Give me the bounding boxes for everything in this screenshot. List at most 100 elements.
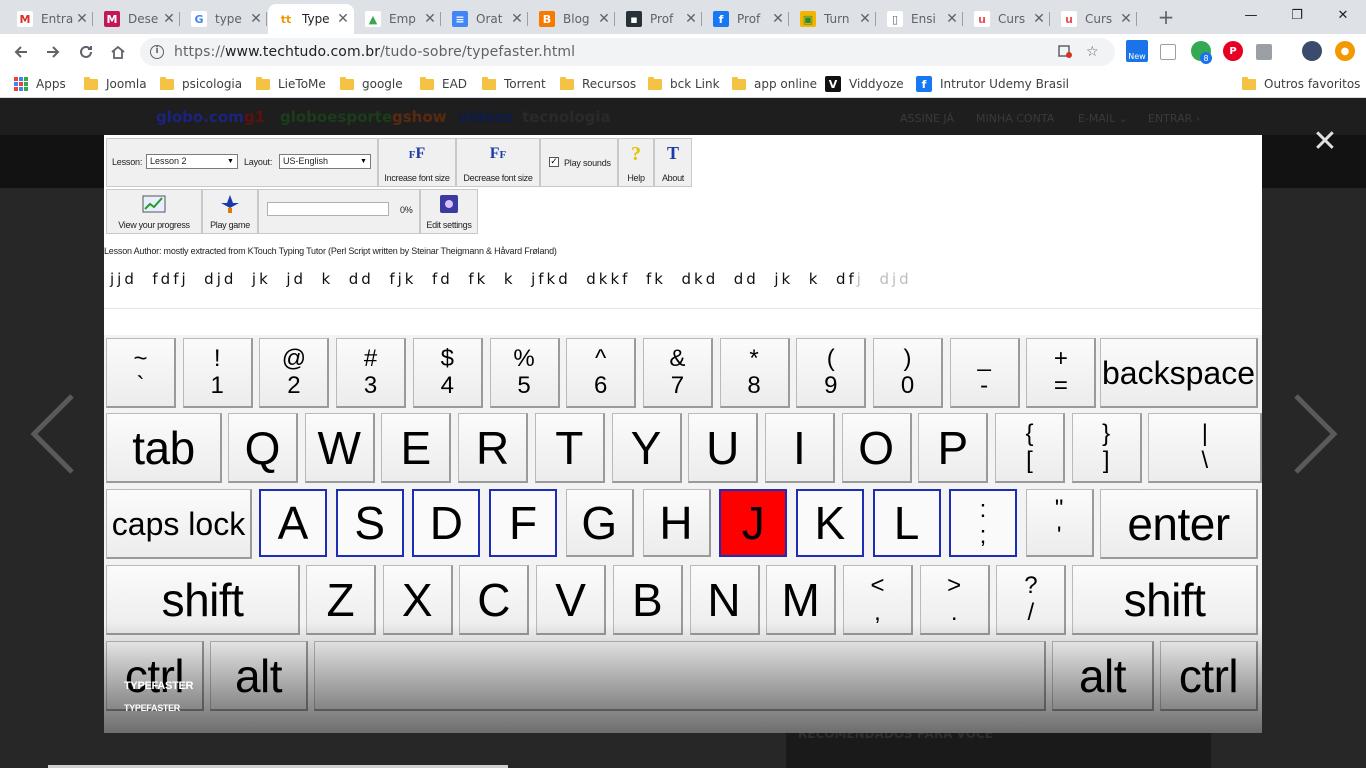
key-g[interactable]: G [565,489,634,557]
lesson-select[interactable]: Lesson 2 ▼ [146,154,238,169]
bookmark-item[interactable]: Apps [14,75,66,93]
key-tab[interactable]: tab [106,413,222,483]
key-e[interactable]: E [381,413,452,483]
update-icon[interactable]: ● [1335,41,1355,61]
browser-tab[interactable]: ▲ Emp ✕ [355,4,441,34]
bookmark-item[interactable]: LieToMe [256,75,326,93]
browser-tab[interactable]: ≡ Orat ✕ [442,4,528,34]
globo-nav-link[interactable]: vídeos [458,108,513,126]
browser-tab[interactable]: ▣ Turn ✕ [790,4,876,34]
key-alt-left[interactable]: alt [210,641,308,711]
help-button[interactable]: ? Help [618,138,654,187]
key-x[interactable]: X [382,565,453,635]
globo-nav-link[interactable]: gshow [392,108,447,126]
decrease-font-button[interactable]: FF Decrease font size [456,138,540,187]
reload-icon[interactable] [75,41,97,63]
browser-tab[interactable]: M Entra ✕ [7,4,93,34]
browser-tab[interactable]: f Prof ✕ [703,4,789,34]
key-=[interactable]: + = [1026,338,1097,408]
account-link[interactable]: ASSINE JÁ [900,112,954,125]
minimize-button[interactable]: — [1228,0,1274,30]
key-9[interactable]: (9 [796,338,867,408]
tab-close-icon[interactable]: ✕ [771,11,785,27]
address-bar[interactable]: i https://www.techtudo.com.br/tudo-sobre… [140,38,1115,66]
tab-close-icon[interactable]: ✕ [945,11,959,27]
key-ctrl-left[interactable]: ctrl [106,641,204,711]
key-alt-right[interactable]: alt [1052,641,1154,711]
key-space[interactable] [314,641,1046,711]
tab-close-icon[interactable]: ✕ [858,11,872,27]
key-c[interactable]: C [459,565,530,635]
home-icon[interactable] [107,41,129,63]
tab-close-icon[interactable]: ✕ [75,11,89,27]
account-link[interactable]: ENTRAR › [1148,112,1200,125]
extension-page-icon[interactable] [1160,44,1176,60]
extension-new-icon[interactable]: New [1126,40,1148,62]
tab-close-icon[interactable]: ✕ [510,11,524,27]
browser-tab[interactable]: tt Type ✕ [268,4,354,34]
typefaster-video-frame[interactable]: Lesson: Lesson 2 ▼ Layout: US-English ▼ FF… [104,135,1262,733]
bookmark-item[interactable]: bck Link [648,75,720,93]
key-y[interactable]: Y [611,413,682,483]
bookmark-item[interactable]: Joomla [84,75,147,93]
close-window-button[interactable]: ✕ [1320,0,1366,30]
key-q[interactable]: Q [228,413,298,483]
globo-nav-link[interactable]: globoesporte [280,108,392,126]
key-5[interactable]: % 5 [489,338,560,408]
account-link[interactable]: MINHA CONTA [976,112,1054,125]
key-shift-right[interactable]: shift [1072,565,1258,635]
edit-settings-button[interactable]: Edit settings [420,189,478,234]
key-t[interactable]: T [534,413,605,483]
key-0[interactable]: ) 0 [873,338,943,408]
blocked-popup-icon[interactable] [1058,44,1072,62]
tab-close-icon[interactable]: ✕ [597,11,611,27]
key-j[interactable]: J [719,489,788,557]
new-tab-button[interactable]: + [1155,6,1177,28]
key-h[interactable]: H [642,489,711,557]
globo-nav-link[interactable]: tecnologia [522,108,611,126]
browser-tab[interactable]: ▯ Ensi ✕ [877,4,963,34]
key-punct-0[interactable]: :; [949,489,1017,557]
key-o[interactable]: O [841,413,912,483]
bookmark-item[interactable]: V Viddyoze [825,75,904,93]
key-l[interactable]: L [872,489,941,557]
browser-tab[interactable]: u Curs ✕ [1051,4,1137,34]
previous-arrow-icon[interactable] [28,392,78,476]
next-arrow-icon[interactable] [1290,392,1340,476]
key-s[interactable]: S [335,489,404,557]
tab-close-icon[interactable]: ✕ [423,11,437,27]
key-bracket-1[interactable]: }] [1071,413,1142,483]
play-sounds-checkbox[interactable]: ✓ [549,157,559,167]
key-n[interactable]: N [689,565,760,635]
key-caps-lock[interactable]: caps lock [106,489,252,559]
tab-close-icon[interactable]: ✕ [249,11,263,27]
key-u[interactable]: U [688,413,759,483]
key-sym-0[interactable]: <, [843,565,913,635]
key-ctrl-right[interactable]: ctrl [1160,641,1258,711]
tab-close-icon[interactable]: ✕ [162,11,176,27]
bookmark-item[interactable]: Torrent [482,75,546,93]
tab-close-icon[interactable]: ✕ [1032,11,1046,27]
bookmark-item[interactable]: EAD [420,75,467,93]
other-bookmarks[interactable]: Outros favoritos [1242,75,1360,93]
key-enter[interactable]: enter [1100,489,1258,559]
bookmark-item[interactable]: Recursos [560,75,636,93]
browser-tab[interactable]: u Curs ✕ [964,4,1050,34]
key-m[interactable]: M [766,565,837,635]
browser-tab[interactable]: M Dese ✕ [94,4,180,34]
browser-tab[interactable]: B Blog ✕ [529,4,615,34]
browser-tab[interactable]: Gtype ✕ [181,4,267,34]
key-7[interactable]: & 7 [642,338,713,408]
key-punct-1[interactable]: " ' [1025,489,1094,557]
profile-avatar[interactable] [1302,41,1322,61]
key-shift-left[interactable]: shift [106,565,300,635]
view-progress-button[interactable]: View your progress [106,189,202,234]
key-a[interactable]: A [259,489,327,557]
browser-tab[interactable]: ▪ Prof ✕ [616,4,702,34]
tab-close-icon[interactable]: ✕ [684,11,698,27]
key-2[interactable]: @2 [259,338,330,408]
account-link[interactable]: E-MAIL ⌄ [1078,112,1128,125]
forward-icon[interactable] [42,41,64,63]
key-f[interactable]: F [489,489,558,557]
key-z[interactable]: Z [306,565,376,635]
